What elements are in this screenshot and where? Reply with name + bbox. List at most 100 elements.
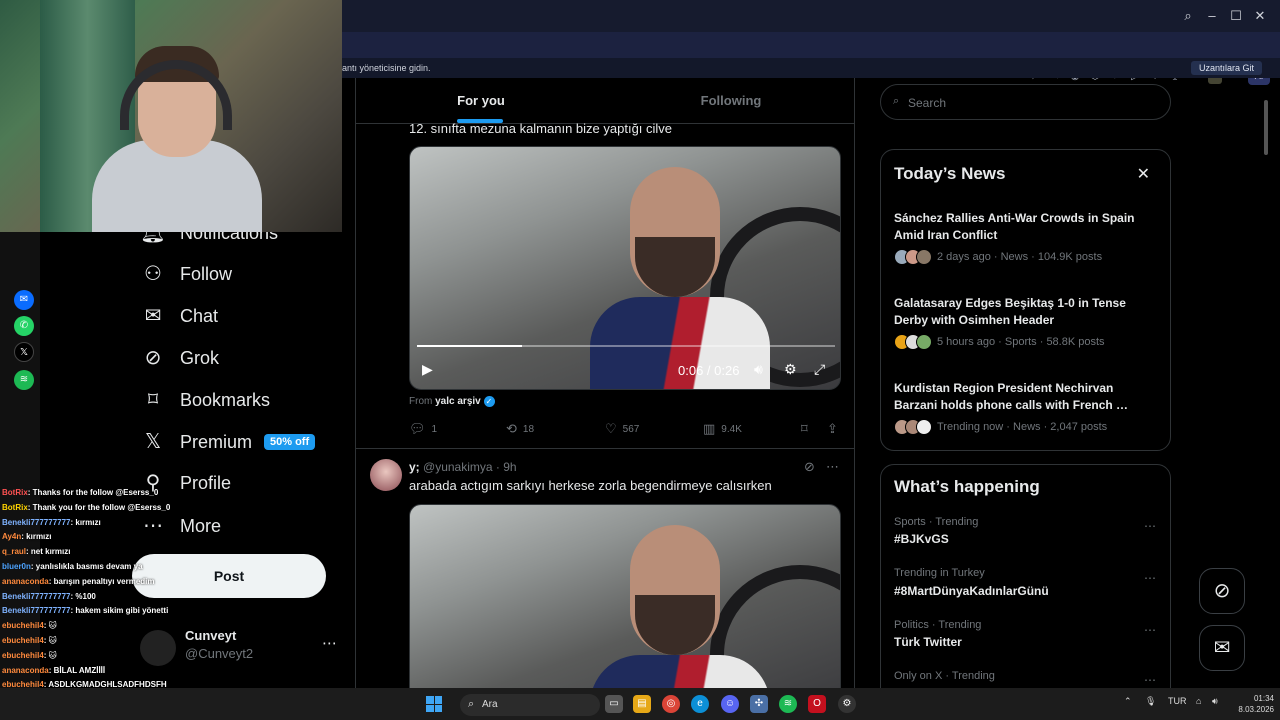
system-clock[interactable]: 01:34 8.03.2026 <box>1228 693 1274 715</box>
volume-icon[interactable]: 🔊︎ <box>1212 696 1218 707</box>
like-button[interactable]: ♡ 567 <box>605 421 639 437</box>
spotify-icon[interactable]: ≋ <box>779 695 797 713</box>
app-icon[interactable]: ⚙ <box>838 695 856 713</box>
search-icon: ⌕ <box>468 698 475 710</box>
news-item-title[interactable]: Sánchez Rallies Anti-War Crowds in Spain… <box>894 210 1154 244</box>
x-app-icon[interactable]: 𝕏 <box>14 342 34 362</box>
more-options-icon[interactable]: ⋯ <box>1144 673 1156 687</box>
chevron-up-icon[interactable]: ⌃ <box>1124 696 1132 707</box>
nav-bookmarks[interactable]: ⌑ Bookmarks <box>140 383 360 417</box>
spotify-icon[interactable]: ≋ <box>14 370 34 390</box>
share-icon: ⇪ <box>827 421 838 436</box>
news-meta-text: 2 days ago · News · 104.9K posts <box>937 251 1103 263</box>
avatar[interactable] <box>370 459 402 491</box>
trend-name[interactable]: Türk Twitter <box>894 635 962 649</box>
more-options-icon[interactable]: ⋯ <box>1144 571 1156 585</box>
video-progress-bar[interactable] <box>417 345 835 347</box>
file-explorer-icon[interactable]: ▤ <box>633 695 651 713</box>
tweet-video[interactable]: ▶ 0:06 / 0:26 🔊︎ ⚙ ⤢ <box>409 146 841 390</box>
task-view-icon[interactable]: ▭ <box>605 695 623 713</box>
from-label: From <box>409 396 433 408</box>
chat-username[interactable]: ebuchehil4 <box>2 651 44 660</box>
chat-username[interactable]: Ay4n <box>2 532 21 541</box>
more-options-icon[interactable]: ⋯ <box>826 459 839 475</box>
avatar-stack <box>894 334 932 350</box>
taskbar-search[interactable]: ⌕ Ara <box>460 694 600 716</box>
fullscreen-icon[interactable]: ⤢ <box>814 361 825 378</box>
trend-name[interactable]: #BJKvGS <box>894 532 949 546</box>
more-options-icon[interactable]: ⋯ <box>1144 519 1156 533</box>
minimize-button[interactable]: – <box>1204 8 1220 24</box>
news-item-title[interactable]: Kurdistan Region President Nechirvan Bar… <box>894 380 1154 414</box>
volume-icon[interactable]: 🔊︎ <box>754 361 763 378</box>
messages-float-button[interactable]: ✉ <box>1199 625 1245 671</box>
chat-username[interactable]: Benekli777777777 <box>2 592 71 601</box>
keyboard-language[interactable]: TUR <box>1168 696 1187 706</box>
nav-premium[interactable]: 𝕏 Premium 50% off <box>140 425 360 459</box>
opera-gx-icon[interactable]: O <box>808 695 826 713</box>
tweet-text: 12. sınıfta mezuna kalmanın bize yaptığı… <box>409 121 673 136</box>
discord-icon[interactable]: ☺ <box>721 695 739 713</box>
chat-username[interactable]: BotRix <box>2 488 28 497</box>
close-icon[interactable]: ✕ <box>1137 164 1150 184</box>
chrome-icon[interactable]: ◎ <box>662 695 680 713</box>
chat-text: : 🐱 <box>43 635 58 645</box>
page-scrollbar[interactable] <box>1264 100 1268 155</box>
reply-button[interactable]: 💬︎ 1 <box>409 421 437 437</box>
bookmark-button[interactable]: ⌑ <box>801 421 814 437</box>
go-to-extensions-button[interactable]: Uzantılara Git <box>1190 61 1262 75</box>
views-button[interactable]: ▥ 9.4K <box>703 421 742 437</box>
chat-username[interactable]: ananaconda <box>2 577 49 586</box>
messenger-icon[interactable]: ✉ <box>14 290 34 310</box>
chat-username[interactable]: Benekli777777777 <box>2 606 71 615</box>
like-count: 567 <box>622 423 640 435</box>
network-icon[interactable]: ⌂ <box>1196 696 1201 706</box>
avatar <box>916 249 932 265</box>
search-input[interactable]: ⌕ Search <box>880 84 1171 120</box>
clock-date: 8.03.2026 <box>1238 705 1274 714</box>
chat-username[interactable]: ananaconda <box>2 666 49 675</box>
news-meta-text: Trending now · News · 2,047 posts <box>937 421 1108 433</box>
share-button[interactable]: ⇪ <box>827 421 844 437</box>
play-icon[interactable]: ▶ <box>422 361 433 378</box>
chat-text: : %100 <box>70 591 96 601</box>
trend-category: Sports · Trending <box>894 516 979 528</box>
search-tabs-icon[interactable]: ⌕ <box>1180 8 1196 24</box>
nav-chat[interactable]: ✉ Chat <box>140 299 360 333</box>
maximize-button[interactable]: ☐ <box>1228 8 1244 24</box>
chat-username[interactable]: Benekli777777777 <box>2 518 71 527</box>
grok-float-button[interactable]: ⊘ <box>1199 568 1245 614</box>
tab-following[interactable]: Following <box>606 78 854 124</box>
settings-gear-icon[interactable]: ⚙ <box>784 361 797 378</box>
trend-category: Trending in Turkey <box>894 567 985 579</box>
trend-name[interactable]: #8MartDünyaKadınlarGünü <box>894 584 1049 598</box>
chat-username[interactable]: q_raul <box>2 547 26 556</box>
more-options-icon[interactable]: ⋯ <box>1144 623 1156 637</box>
more-options-icon[interactable]: ⋯ <box>322 634 337 652</box>
author-name[interactable]: y; <box>409 460 420 474</box>
close-window-button[interactable]: ✕ <box>1252 8 1268 24</box>
whatsapp-icon[interactable]: ✆ <box>14 316 34 336</box>
source-account-link[interactable]: yalc arşiv <box>435 396 481 407</box>
grok-icon[interactable]: ⊘ <box>804 459 815 475</box>
repost-button[interactable]: ⟲ 18 <box>506 421 534 437</box>
author-handle[interactable]: @yunakimya <box>423 460 493 474</box>
chat-text: : hakem sikim gibi yönetti <box>70 606 169 616</box>
tweet-video[interactable] <box>409 504 841 688</box>
nav-label: Bookmarks <box>180 389 271 410</box>
nav-grok[interactable]: ⊘ Grok <box>140 341 360 375</box>
news-item-title[interactable]: Galatasaray Edges Beşiktaş 1-0 in Tense … <box>894 295 1154 329</box>
chat-message: BotRix: Thanks for the follow @Eserss_0 <box>2 486 302 501</box>
microphone-icon[interactable]: 🎙︎ <box>1145 696 1156 707</box>
chat-username[interactable]: ebuchehil4 <box>2 621 44 630</box>
edge-icon[interactable]: e <box>691 695 709 713</box>
app-icon[interactable]: ✣ <box>750 695 768 713</box>
chat-username[interactable]: bluer0n <box>2 562 31 571</box>
tab-for-you[interactable]: For you <box>356 78 606 124</box>
chat-message: ebuchehil4: 🐱 <box>2 649 302 664</box>
nav-follow[interactable]: ⚇ Follow <box>140 257 360 291</box>
windows-start-icon[interactable] <box>426 696 442 712</box>
chat-username[interactable]: ebuchehil4 <box>2 636 44 645</box>
whats-happening-panel: What’s happening Sports · Trending #BJKv… <box>880 464 1171 704</box>
chat-username[interactable]: BotRix <box>2 503 28 512</box>
